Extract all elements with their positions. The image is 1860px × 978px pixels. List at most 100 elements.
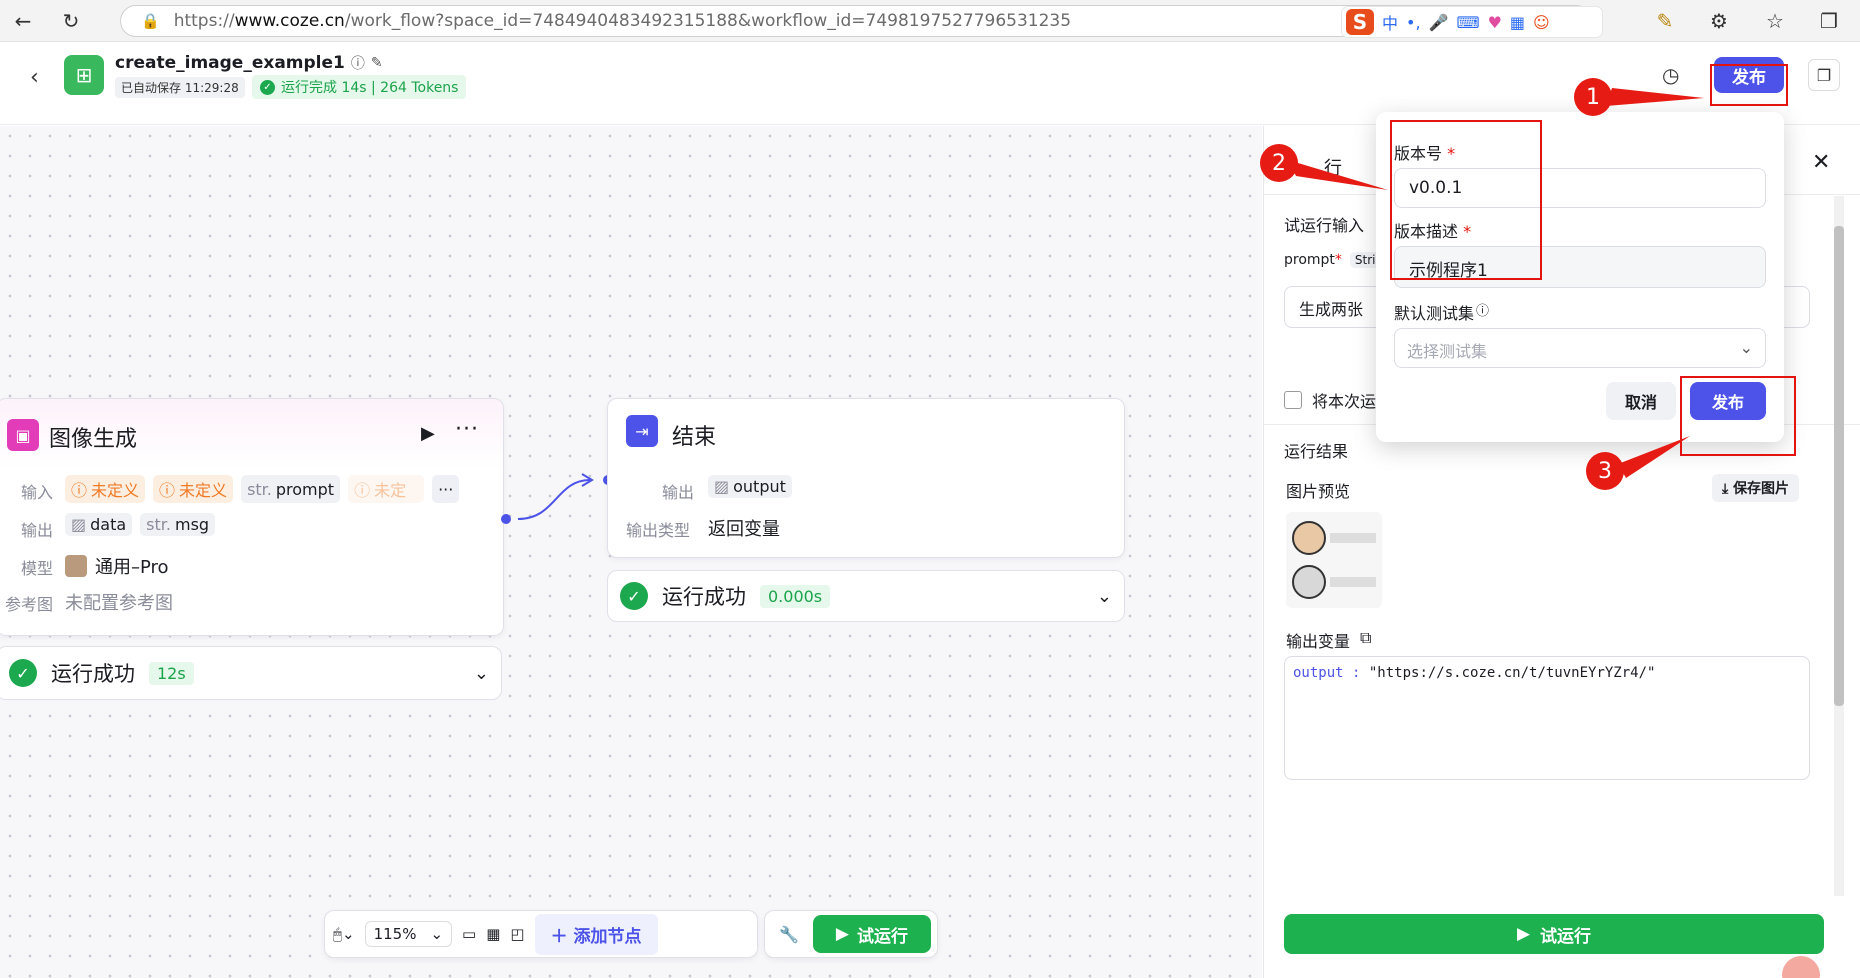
wrench-icon[interactable]: 🔧 <box>771 925 799 944</box>
panel-title: 行 <box>1324 158 1342 179</box>
model-label: 模型 <box>21 559 54 578</box>
url-path: /work_flow?space_id=7484940483492315188&… <box>344 11 1072 31</box>
mouse-mode-icon[interactable]: 🖱⌄ <box>333 925 355 943</box>
microphone-icon[interactable]: 🎤 <box>1429 13 1449 32</box>
image-node-status-card[interactable]: ✓ 运行成功 12s ⌄ <box>0 646 502 700</box>
output-msg-chip: str. msg <box>140 513 216 536</box>
node-title: 结束 <box>672 425 717 450</box>
more-inputs-icon[interactable]: ··· <box>432 475 460 503</box>
zoom-select[interactable]: 115% ⌄ <box>364 921 453 947</box>
cartoon-figure <box>1292 521 1326 555</box>
collections-icon[interactable]: ❐ <box>1816 8 1842 34</box>
save-testset-checkbox[interactable] <box>1284 391 1302 409</box>
panel-scrollbar[interactable] <box>1834 196 1844 896</box>
model-value: 通用–Pro <box>95 557 169 578</box>
reload-icon[interactable]: ↻ <box>58 8 84 34</box>
more-icon[interactable]: ··· <box>455 417 479 442</box>
panel-test-run-button[interactable]: ▶ 试运行 <box>1284 914 1824 954</box>
canvas-toolbar: 🖱⌄ 115% ⌄ ▭ ▦ ◰ ＋ 添加节点 <box>324 910 758 958</box>
extension-icon[interactable]: ✎ <box>1652 8 1678 34</box>
chevron-down-icon[interactable]: ⌄ <box>474 663 489 684</box>
type-prefix: str. <box>247 479 272 499</box>
output-type-value: 返回变量 <box>708 519 780 540</box>
save-image-label: 保存图片 <box>1733 481 1790 497</box>
output-msg: msg <box>174 515 210 534</box>
edit-icon[interactable]: ✎ <box>371 55 383 71</box>
node-title: 图像生成 <box>49 427 138 452</box>
duration-badge: 12s <box>149 661 194 685</box>
autosave-badge: 已自动保存 11:29:28 <box>115 77 245 98</box>
model-avatar <box>65 555 87 577</box>
play-icon[interactable]: ▶ <box>421 423 435 444</box>
preview-label: 图片预览 <box>1286 482 1351 501</box>
puzzle-icon[interactable]: ⚙ <box>1706 8 1732 34</box>
info-icon[interactable]: ⓘ <box>351 53 365 73</box>
chevron-down-icon[interactable]: ⌄ <box>1097 586 1112 607</box>
skin-icon[interactable]: ♥ <box>1488 13 1502 32</box>
apps-grid-icon[interactable]: ▦ <box>1510 13 1525 32</box>
annotation-marker-3: 3 <box>1586 452 1624 490</box>
reference-label: 参考图 <box>5 595 54 614</box>
ime-toolbar[interactable]: S 中 •, 🎤 ⌨ ♥ ▦ ☺ <box>1342 7 1602 37</box>
prompt-name: prompt <box>275 479 335 499</box>
image-generation-node[interactable]: ▣ 图像生成 ▶ ··· 输入 ⓘ 未定义 ⓘ 未定义 str. prompt ⓘ 未定… <box>0 398 504 636</box>
minimap-icon[interactable]: ◰ <box>510 925 524 943</box>
save-testset-label: 将本次运 <box>1312 392 1377 411</box>
check-icon: ✓ <box>260 79 275 95</box>
image-type-icon: ▨ <box>714 477 730 496</box>
panel-test-run-label: 试运行 <box>1540 926 1592 947</box>
result-label: 运行结果 <box>1284 442 1349 461</box>
status-text: 运行成功 <box>51 662 135 686</box>
zoom-value: 115% <box>373 925 417 943</box>
cartoon-figure <box>1292 565 1326 599</box>
warning-icon: ⓘ <box>354 481 371 500</box>
input-section-label: 试运行输入 <box>1284 216 1365 235</box>
node-connector <box>501 473 613 524</box>
output-chip: ▨ output <box>708 475 792 498</box>
cancel-button[interactable]: 取消 <box>1606 382 1676 420</box>
copy-icon[interactable]: ⧉ <box>1360 628 1371 652</box>
browser-toolbar: ← ↻ 🔒 https://www.coze.cn/work_flow?spac… <box>0 0 1860 42</box>
end-node-status-card[interactable]: ✓ 运行成功 0.000s ⌄ <box>607 570 1125 622</box>
prompt-label: prompt* <box>1284 252 1342 268</box>
chevron-down-icon: ⌄ <box>1739 338 1753 357</box>
sogou-logo-icon: S <box>1346 9 1374 35</box>
close-icon[interactable]: ✕ <box>1812 150 1830 175</box>
annotation-marker-1: 1 <box>1574 78 1612 116</box>
output-port[interactable] <box>501 514 511 524</box>
warning-icon: ⓘ <box>71 481 88 500</box>
punctuation-icon[interactable]: •, <box>1406 13 1421 32</box>
output-value: output <box>733 477 786 496</box>
comment-icon[interactable]: ▭ <box>462 925 476 943</box>
save-image-button[interactable]: ⤓ 保存图片 <box>1712 474 1800 502</box>
image-gen-icon: ▣ <box>7 419 39 451</box>
lock-icon: 🔒 <box>141 12 160 30</box>
favorites-icon[interactable]: ☆ <box>1762 8 1788 34</box>
success-check-icon: ✓ <box>620 582 648 610</box>
testset-label-text: 默认测试集 <box>1394 304 1475 323</box>
reference-value: 未配置参考图 <box>65 593 173 614</box>
undefined-text: 未定义 <box>179 481 228 500</box>
test-run-button[interactable]: ▶ 试运行 <box>812 915 931 953</box>
testset-label: 默认测试集 ⓘ <box>1394 300 1489 324</box>
run-status-badge: ✓ 运行完成 14s | 264 Tokens <box>252 75 467 99</box>
mascot-icon[interactable]: ☺ <box>1533 13 1550 32</box>
testset-select[interactable]: 选择测试集 ⌄ <box>1394 328 1766 368</box>
history-icon[interactable]: ◷ <box>1662 63 1679 87</box>
layout-icon[interactable]: ▦ <box>486 925 500 943</box>
json-value: "https://s.coze.cn/t/tuvnEYrYZr4/" <box>1368 665 1656 681</box>
play-icon: ▶ <box>1516 924 1531 944</box>
keyboard-icon[interactable]: ⌨ <box>1456 13 1479 32</box>
add-node-button[interactable]: ＋ 添加节点 <box>534 913 658 955</box>
annotation-box-3 <box>1680 376 1796 456</box>
ime-lang-label[interactable]: 中 <box>1382 10 1398 34</box>
info-icon[interactable]: ⓘ <box>1476 300 1489 324</box>
back-arrow-icon[interactable]: ← <box>10 8 36 34</box>
end-node[interactable]: ⇥ 结束 输出 ▨ output 输出类型 返回变量 <box>607 398 1125 558</box>
preview-image[interactable] <box>1286 512 1382 608</box>
test-run-label: 试运行 <box>856 926 908 947</box>
annotation-marker-2: 2 <box>1260 144 1298 182</box>
workflow-title: create_image_example1 <box>115 53 345 73</box>
back-chevron-icon[interactable]: ‹ <box>30 65 39 90</box>
copy-window-icon[interactable]: ❐ <box>1808 59 1840 91</box>
